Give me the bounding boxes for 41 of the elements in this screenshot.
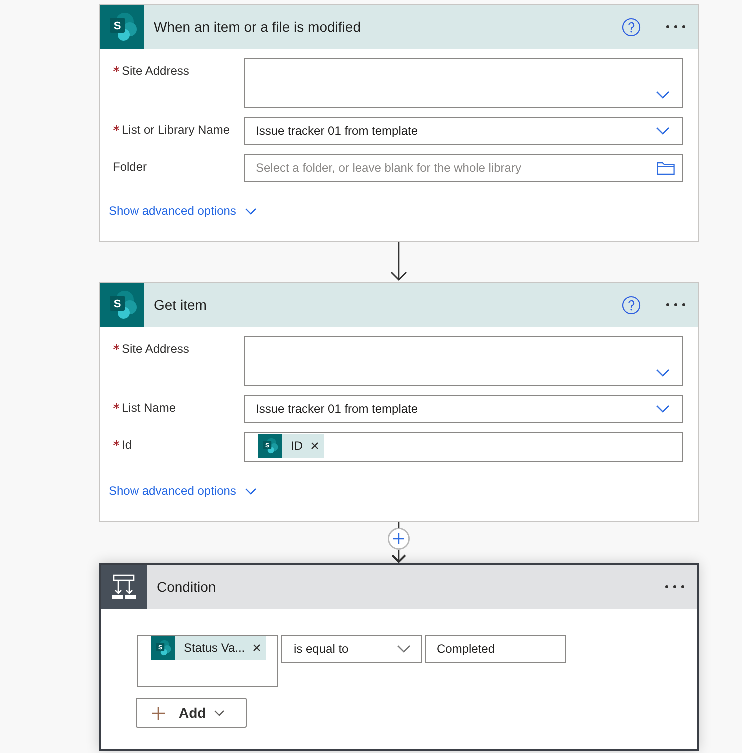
field-label: List Name <box>122 400 176 416</box>
show-advanced-options-link[interactable]: Show advanced options <box>109 483 258 499</box>
folder-field[interactable]: Select a folder, or leave blank for the whole library <box>244 154 683 182</box>
s-logo: S <box>100 5 144 49</box>
field-label: Site Address <box>122 341 190 357</box>
combo-field[interactable] <box>244 58 683 108</box>
chevron-down-icon[interactable] <box>397 645 411 653</box>
chevron-down-icon[interactable] <box>656 405 670 413</box>
chevron-down-icon <box>214 710 226 716</box>
field-label: List or Library Name <box>122 122 230 138</box>
chevron-down-icon[interactable] <box>656 127 670 135</box>
more-options-icon[interactable] <box>666 25 686 29</box>
close-icon[interactable] <box>311 442 319 450</box>
show-advanced-options-link[interactable]: Show advanced options <box>109 203 258 219</box>
value-input[interactable]: Completed <box>425 635 566 663</box>
chevron-down-icon[interactable] <box>656 369 670 377</box>
combo-field[interactable] <box>244 336 683 386</box>
close-icon[interactable] <box>253 644 262 652</box>
dropdown[interactable]: Issue tracker 01 from template <box>244 117 683 145</box>
folder-icon[interactable] <box>657 161 675 175</box>
step-title: Get item <box>154 296 208 314</box>
operator-dropdown[interactable]: is equal to <box>281 635 422 663</box>
help-icon[interactable] <box>622 18 641 36</box>
add-button[interactable]: Add <box>136 698 247 728</box>
help-icon[interactable] <box>622 296 641 314</box>
field-label: Site Address <box>122 63 190 79</box>
more-options-icon[interactable] <box>665 585 685 589</box>
add-step-icon[interactable] <box>388 528 410 550</box>
field-label: Id <box>122 437 132 453</box>
step-title: When an item or a file is modified <box>154 18 362 36</box>
step-card[interactable]: S When an item or a file is modified Site Address List or Library Name Issue tracker 01 from template Folder Select a folder, or leave blank for the whole library Show advanced options <box>99 4 699 242</box>
more-options-icon[interactable] <box>666 303 686 307</box>
chevron-down-icon[interactable] <box>656 91 670 99</box>
split-arrows-icon <box>101 565 147 609</box>
chevron-down-icon <box>245 488 258 494</box>
s-logo: S <box>100 283 144 327</box>
plus-icon <box>152 706 165 720</box>
field-label: Folder <box>113 159 148 175</box>
dropdown[interactable]: Issue tracker 01 from template <box>244 395 683 423</box>
chevron-down-icon <box>245 208 258 214</box>
step-title: Condition <box>157 578 218 596</box>
